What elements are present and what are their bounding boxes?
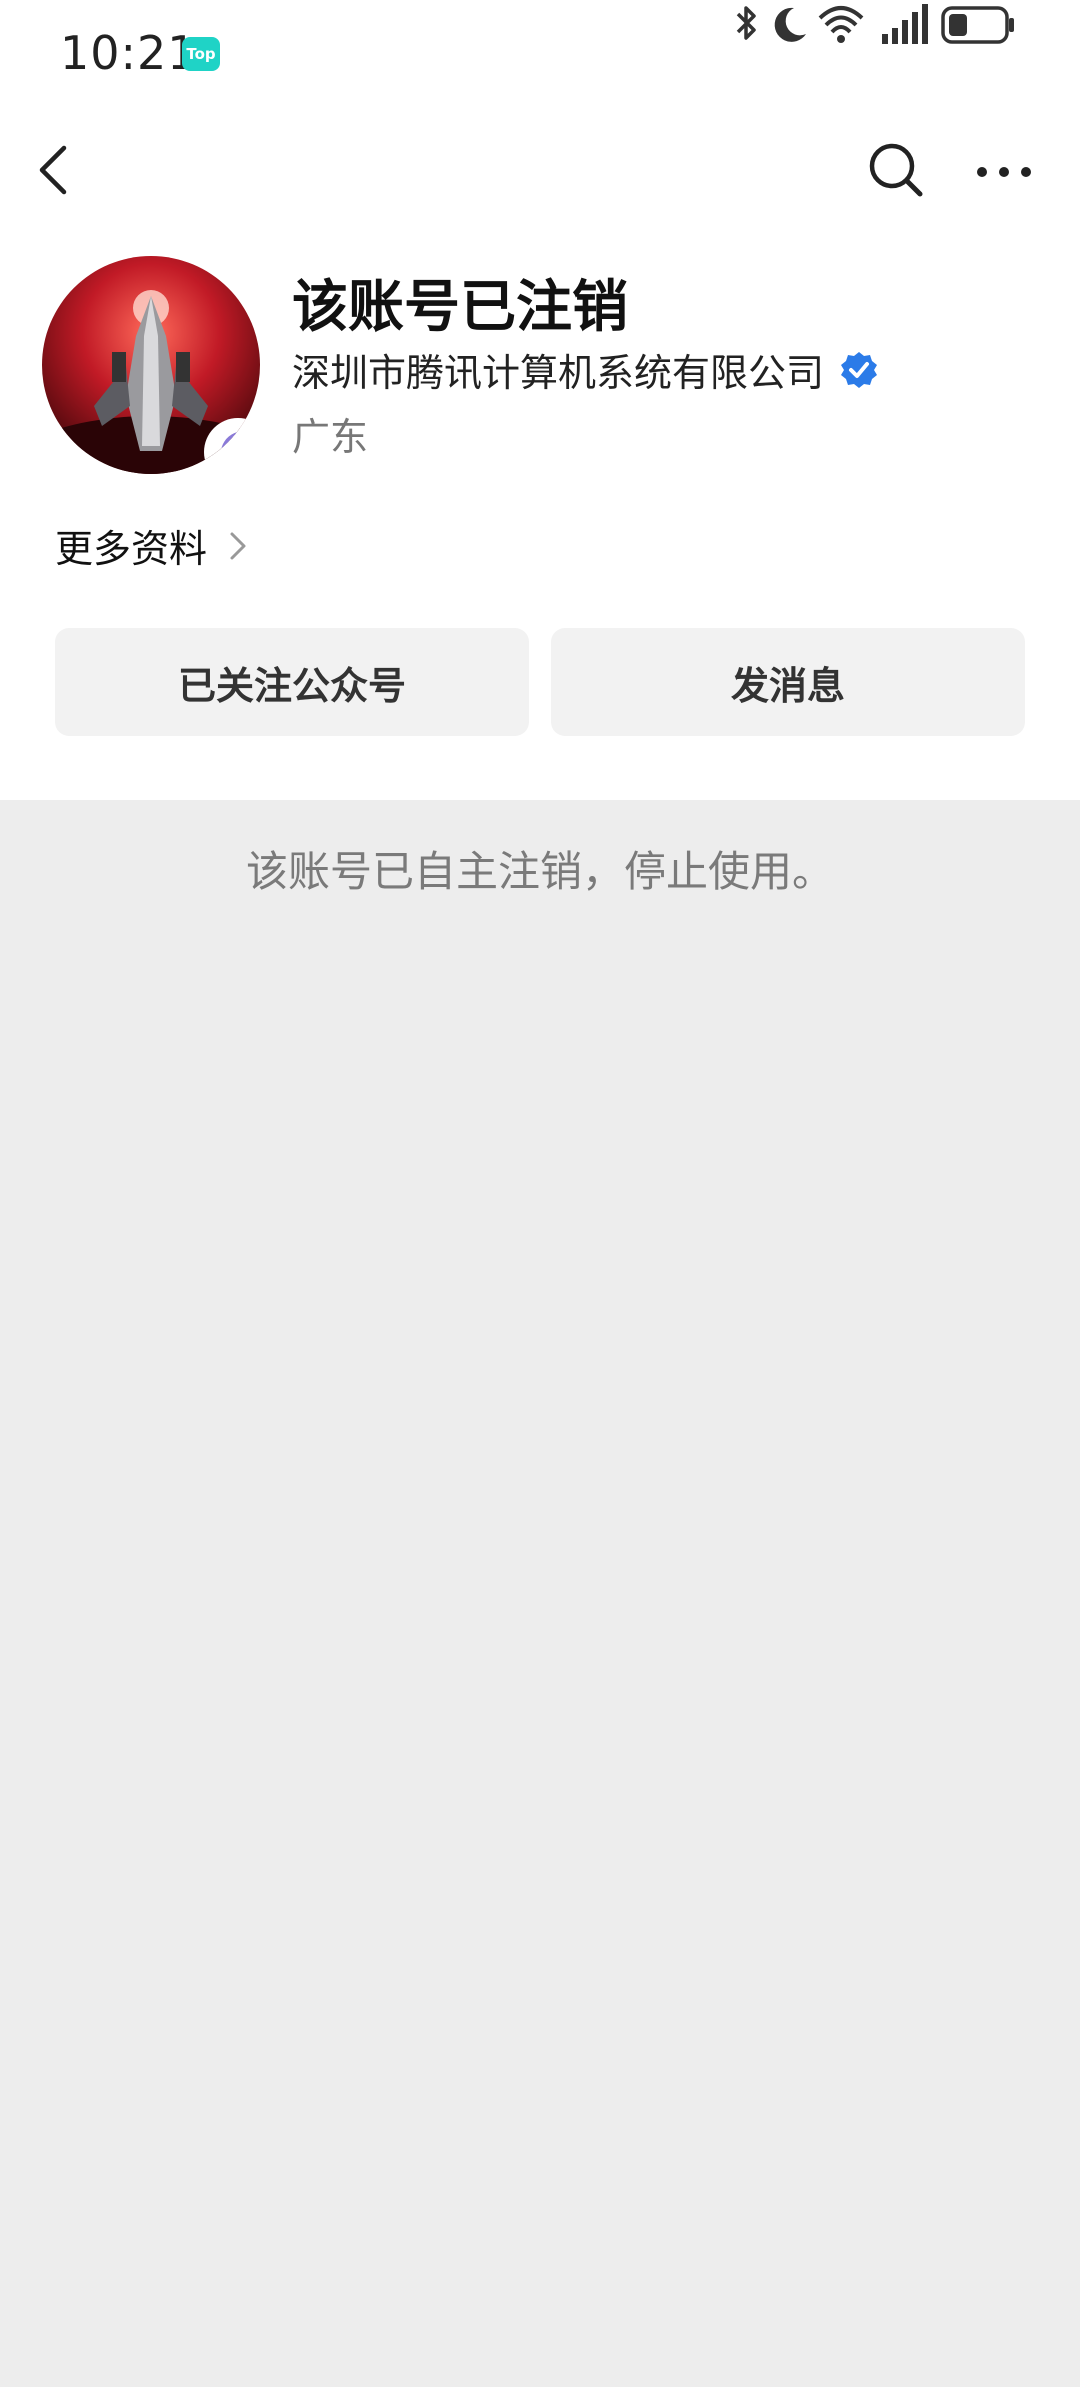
chevron-left-icon[interactable] xyxy=(30,140,80,200)
send-message-button[interactable]: 发消息 xyxy=(551,628,1025,736)
more-info-link[interactable]: 更多资料 xyxy=(55,518,250,578)
profile-header: 10:21 Top 该账号已注销 深圳市腾讯计算机系统有限公司 广东 更多资料 … xyxy=(0,0,1080,800)
account-name: 该账号已注销 xyxy=(292,275,628,340)
status-bar: 10:21 Top xyxy=(0,0,1080,110)
signal-icon xyxy=(882,4,928,44)
top-app-badge: Top xyxy=(182,37,220,71)
avatar-image xyxy=(42,256,260,474)
bluetooth-icon xyxy=(736,6,756,40)
account-deactivated-notice: 该账号已自主注销，停止使用。 xyxy=(245,847,834,896)
chevron-right-icon xyxy=(230,532,246,559)
verified-icon xyxy=(841,351,878,388)
wifi-icon xyxy=(818,6,864,43)
company-row[interactable]: 深圳市腾讯计算机系统有限公司 xyxy=(292,342,879,395)
more-dots-icon[interactable] xyxy=(974,150,1034,190)
avatar[interactable] xyxy=(42,256,260,474)
region: 广东 xyxy=(292,415,369,459)
company-name: 深圳市腾讯计算机系统有限公司 xyxy=(292,351,825,395)
moon-icon xyxy=(774,7,806,42)
battery-icon xyxy=(941,6,1014,44)
followed-account-button[interactable]: 已关注公众号 xyxy=(55,628,529,736)
status-time: 10:21 xyxy=(60,26,198,80)
more-info-label: 更多资料 xyxy=(55,527,208,571)
search-icon[interactable] xyxy=(866,140,926,200)
